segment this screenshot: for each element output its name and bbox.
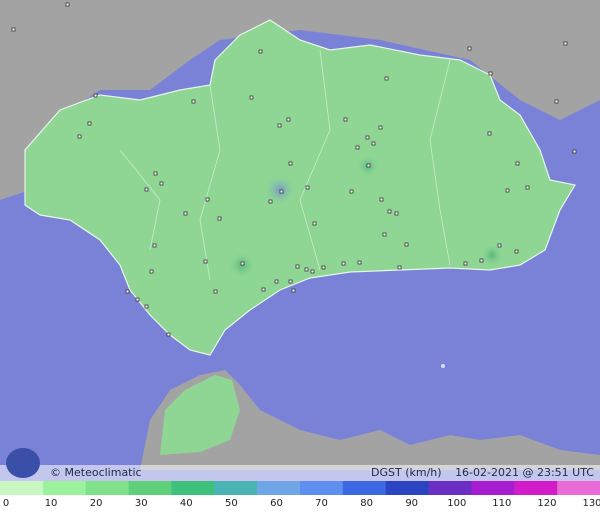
meteoclimatic-logo-icon — [6, 448, 40, 478]
variable-label: DGST (km/h) — [371, 466, 442, 479]
legend-tick-label: 80 — [360, 498, 373, 509]
legend-tick-label: 130 — [582, 498, 600, 509]
legend-tick-label: 20 — [89, 498, 103, 509]
legend-swatch — [514, 481, 559, 495]
alboran-islet — [441, 364, 445, 368]
legend-swatch — [428, 481, 473, 495]
legend-swatch — [214, 481, 259, 495]
legend-labels: 0 10 20 30 40 50 60 70 80 90 100 110 120 130 — [0, 498, 600, 512]
legend-swatch — [257, 481, 301, 495]
legend-tick-label: 60 — [270, 498, 283, 509]
legend-tick-label: 10 — [44, 498, 58, 509]
legend-tick-label: 0 — [2, 498, 10, 509]
legend-swatch — [342, 481, 387, 495]
legend-swatch — [42, 481, 87, 495]
legend-tick-label: 30 — [134, 498, 148, 509]
legend-swatch — [385, 481, 430, 495]
legend-color-bar — [0, 481, 600, 495]
legend-swatch — [171, 481, 216, 495]
legend-swatch — [85, 481, 130, 495]
legend-tick-label: 70 — [315, 498, 328, 509]
legend-swatch — [471, 481, 516, 495]
legend-tick-label: 100 — [447, 498, 467, 509]
color-legend: 0 10 20 30 40 50 60 70 80 90 100 110 120 130 — [0, 481, 600, 517]
legend-tick-label: 50 — [225, 498, 238, 509]
wind-gust-map: © Meteoclimatic DGST (km/h) 16-02-2021 @… — [0, 0, 600, 517]
legend-tick-label: 110 — [492, 498, 512, 509]
legend-swatch — [0, 481, 44, 495]
legend-swatch — [300, 481, 344, 495]
map-canvas — [0, 0, 600, 517]
legend-swatch — [128, 481, 173, 495]
legend-tick-label: 40 — [179, 498, 193, 509]
brand-name: © Meteoclimatic — [50, 466, 142, 479]
legend-swatch — [557, 481, 600, 495]
legend-tick-label: 120 — [537, 498, 557, 509]
map-info: DGST (km/h) 16-02-2021 @ 23:51 UTC — [361, 466, 594, 479]
timestamp-label: 16-02-2021 @ 23:51 UTC — [455, 466, 594, 479]
legend-tick-label: 90 — [405, 498, 419, 509]
